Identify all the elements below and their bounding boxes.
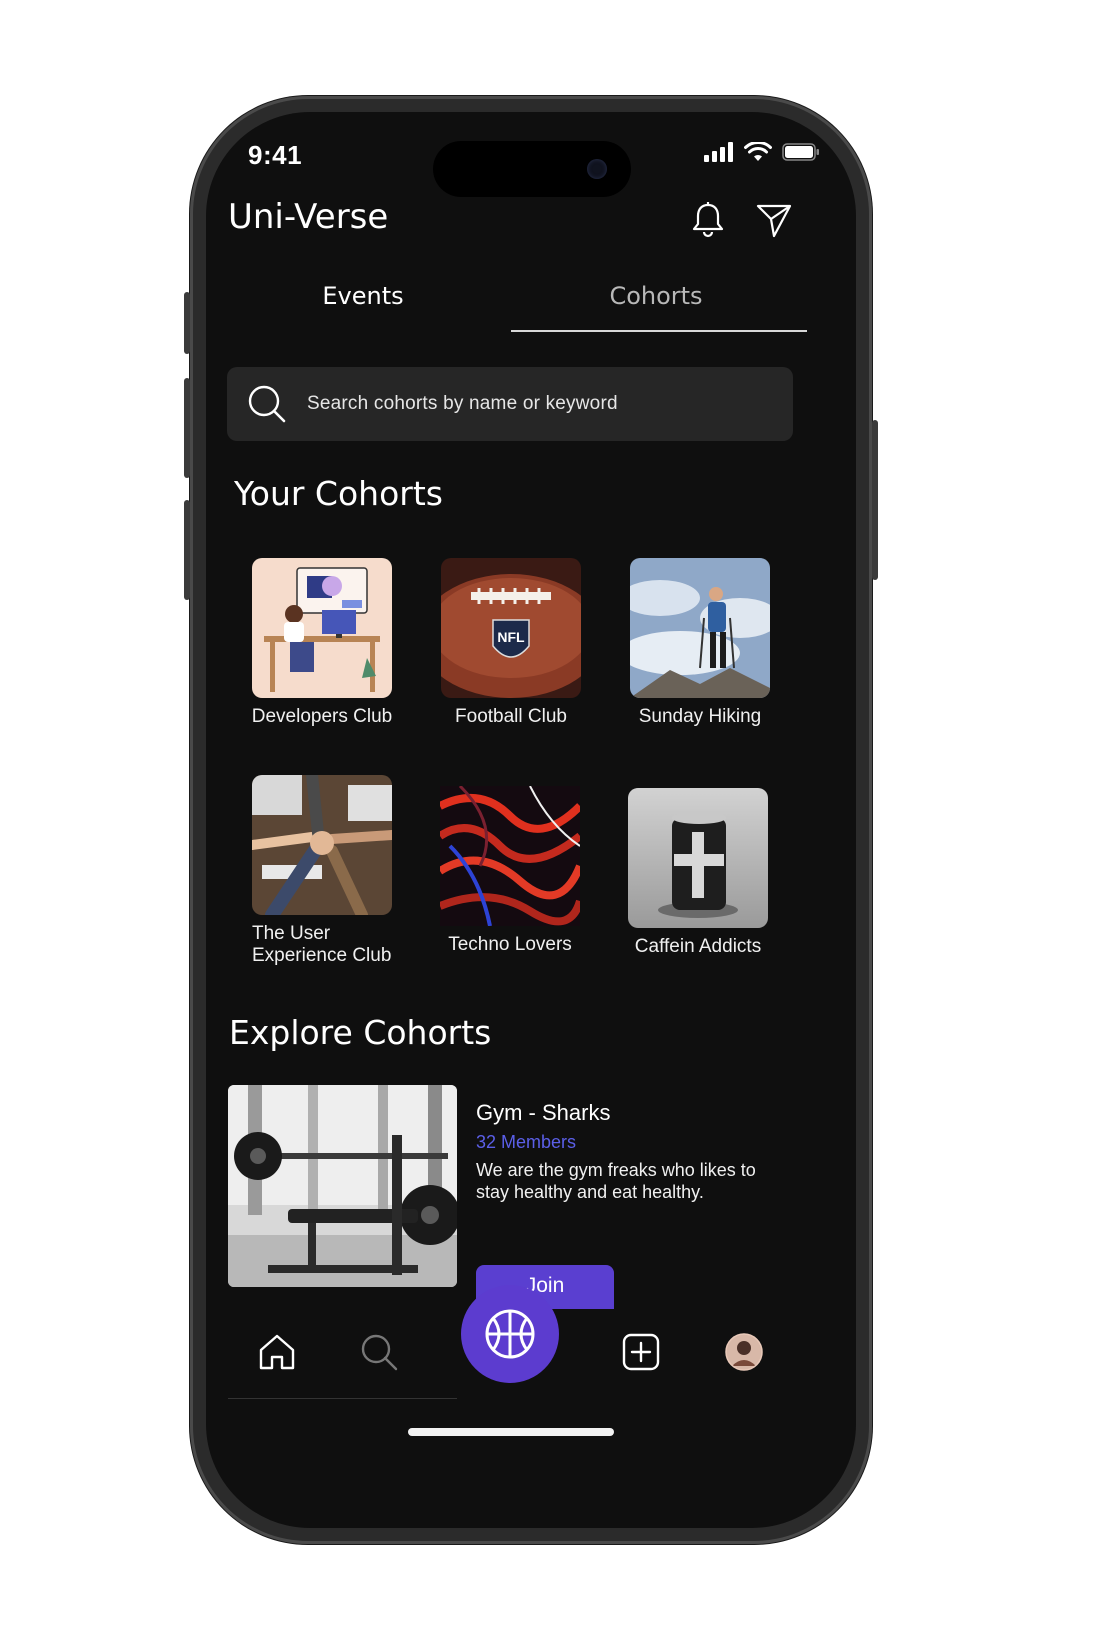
wifi-icon <box>744 142 772 161</box>
bell-icon[interactable] <box>688 200 728 240</box>
cohorts-fab-button[interactable] <box>461 1285 559 1383</box>
cohort-label: Caffein Addicts <box>634 936 762 957</box>
search-icon <box>248 385 286 423</box>
cohort-thumbnail <box>630 558 770 698</box>
divider <box>228 1398 457 1399</box>
search-placeholder: Search cohorts by name or keyword <box>307 393 618 414</box>
explore-cohort-description: We are the gym freaks who likes to stay … <box>476 1160 756 1202</box>
cohort-user-experience-club[interactable]: The User Experience Club <box>242 775 402 967</box>
phone-volume-up-button <box>184 378 190 478</box>
phone-volume-down-button <box>184 500 190 600</box>
svg-text:NFL: NFL <box>497 629 525 645</box>
home-icon[interactable] <box>257 1332 297 1372</box>
explore-cohort-image[interactable] <box>228 1085 457 1287</box>
explore-cohorts-title: Explore Cohorts <box>229 1013 492 1052</box>
team-hands-image <box>252 775 392 915</box>
front-camera <box>587 159 607 179</box>
tab-cohorts[interactable]: Cohorts <box>511 282 801 310</box>
status-icons <box>704 142 820 162</box>
phone-power-button <box>872 420 878 580</box>
explore-cohort-members: 32 Members <box>476 1132 577 1152</box>
cohort-thumbnail <box>252 775 392 915</box>
your-cohorts-title: Your Cohorts <box>234 474 443 513</box>
cohort-label: Developers Club <box>251 706 393 727</box>
explore-cohort-name[interactable]: Gym - Sharks <box>476 1100 610 1126</box>
cohort-developers-club[interactable]: Developers Club <box>242 558 402 728</box>
cohort-sunday-hiking[interactable]: Sunday Hiking <box>620 558 780 728</box>
cohort-label: The User Experience Club <box>252 923 392 966</box>
hiking-image <box>630 558 770 698</box>
developer-illustration-image <box>252 558 392 698</box>
profile-avatar[interactable] <box>724 1332 764 1372</box>
cohort-label: Football Club <box>455 706 567 727</box>
cohort-techno-lovers[interactable]: Techno Lovers <box>430 786 590 956</box>
send-icon[interactable] <box>754 200 794 240</box>
coffee-can-image <box>628 788 768 928</box>
phone-screen: 9:41 Uni-Verse Events Cohorts Search coh… <box>206 112 856 1528</box>
cohort-thumbnail <box>628 788 768 928</box>
dynamic-island <box>433 141 631 197</box>
phone-action-button <box>184 292 190 354</box>
cohort-label: Techno Lovers <box>448 934 572 955</box>
tab-events[interactable]: Events <box>218 282 508 310</box>
active-tab-indicator <box>511 330 807 332</box>
home-indicator[interactable] <box>408 1428 614 1436</box>
status-time: 9:41 <box>248 140 303 170</box>
cohort-thumbnail: NFL <box>441 558 581 698</box>
signal-icon <box>704 142 733 162</box>
gym-bench-image <box>228 1085 457 1287</box>
battery-icon <box>782 143 819 161</box>
cohort-label: Sunday Hiking <box>638 706 762 727</box>
cohort-caffein-addicts[interactable]: Caffein Addicts <box>618 788 778 958</box>
search-nav-icon[interactable] <box>359 1332 399 1372</box>
search-bar[interactable]: Search cohorts by name or keyword <box>227 367 793 441</box>
cohort-football-club[interactable]: NFL Football Club <box>431 558 591 728</box>
basketball-icon <box>485 1309 535 1359</box>
cohort-thumbnail <box>440 786 580 926</box>
techno-pattern-image <box>440 786 580 926</box>
create-post-icon[interactable] <box>621 1332 661 1372</box>
cohort-thumbnail <box>252 558 392 698</box>
football-image: NFL <box>441 558 581 698</box>
app-title: Uni-Verse <box>228 197 389 237</box>
